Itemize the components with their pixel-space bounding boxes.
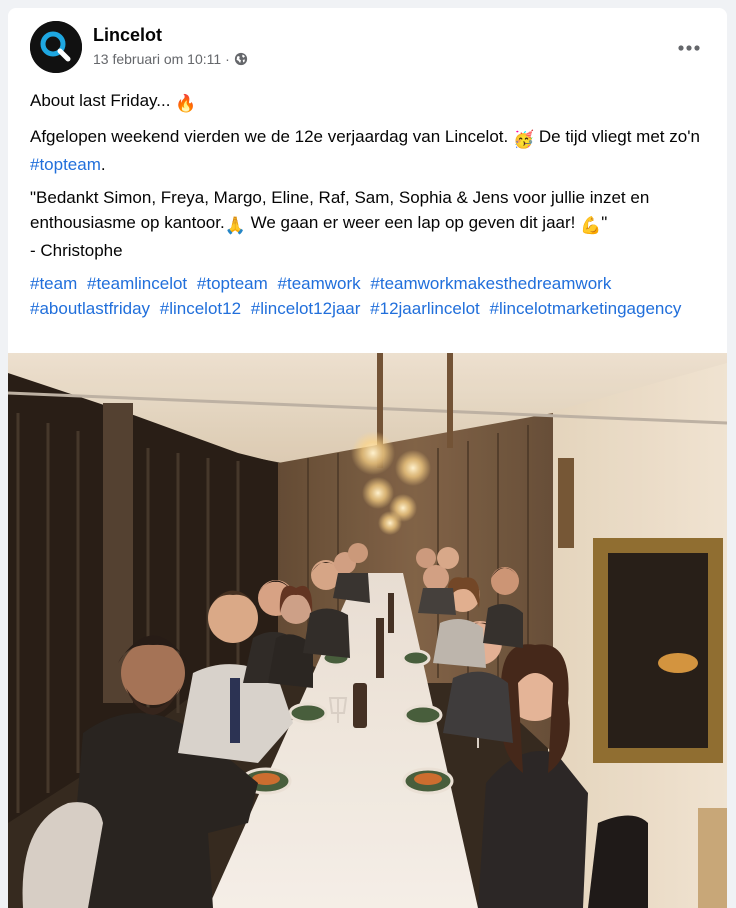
hashtag-list: #team #teamlincelot #topteam #teamwork #… [30,271,710,321]
flexed-biceps-emoji-icon: 💪 [580,216,602,235]
post-photo[interactable] [8,353,727,908]
message-text: Afgelopen weekend vierden we de 12e verj… [30,127,509,146]
more-options-button[interactable] [671,30,707,66]
message-line-2: Afgelopen weekend vierden we de 12e verj… [30,124,710,177]
page-name[interactable]: Lincelot [93,25,162,46]
hashtag-link[interactable]: #team [30,274,77,293]
hashtag-link[interactable]: #lincelot12jaar [251,299,361,318]
globe-icon[interactable] [234,52,248,66]
hashtag-link[interactable]: #topteam [30,155,101,174]
message-text: De tijd vliegt met zo'n [538,127,700,146]
post-card: Lincelot 13 februari om 10:11 · About la… [8,8,727,908]
message-text: " [601,213,608,232]
page-avatar[interactable] [30,21,82,73]
message-text: . [100,155,106,174]
hashtag-link[interactable]: #teamworkmakesthedreamwork [370,274,611,293]
message-line-3: "Bedankt Simon, Freya, Margo, Eline, Raf… [30,185,710,263]
message-signature: - Christophe [30,241,123,260]
message-text: We gaan er weer een lap op geven dit jaa… [250,213,576,232]
message-text: About last Friday... [30,91,171,110]
praying-hands-emoji-icon: 🙏 [224,216,246,235]
post-timestamp[interactable]: 13 februari om 10:11 [93,51,221,67]
hashtag-link[interactable]: #aboutlastfriday [30,299,150,318]
meta-separator: · [225,51,230,67]
hashtag-link[interactable]: #teamlincelot [87,274,187,293]
post-meta: 13 februari om 10:11 · [93,51,248,67]
hashtag-link[interactable]: #12jaarlincelot [370,299,480,318]
team-dinner-photo [8,353,727,908]
message-line-1: About last Friday... 🔥 [30,88,710,116]
lincelot-logo-icon [30,21,82,73]
hashtag-link[interactable]: #lincelotmarketingagency [490,299,682,318]
fire-emoji-icon: 🔥 [175,94,197,113]
hashtag-link[interactable]: #lincelot12 [160,299,241,318]
post-message: About last Friday... 🔥 Afgelopen weekend… [30,88,710,329]
hashtag-link[interactable]: #teamwork [278,274,361,293]
more-horizontal-icon [678,45,700,51]
party-face-emoji-icon: 🥳 [512,130,535,149]
hashtag-link[interactable]: #topteam [197,274,268,293]
post-header: Lincelot 13 februari om 10:11 · [8,8,727,88]
